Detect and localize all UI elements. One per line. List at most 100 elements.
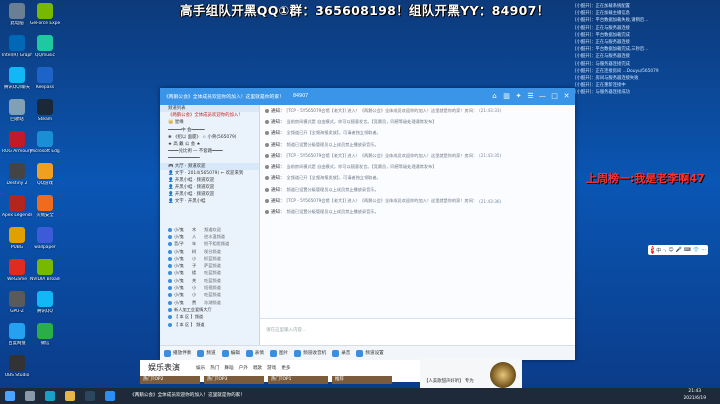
desktop-icon[interactable]: QQmusic bbox=[30, 34, 60, 66]
search-icon[interactable] bbox=[25, 391, 35, 401]
member-row[interactable]: 小/鬼 人 逆水温频道 bbox=[168, 233, 256, 240]
member-row[interactable]: 新人加工会爱情大厅 bbox=[168, 306, 256, 313]
menu-icon[interactable]: ☰ bbox=[526, 92, 535, 101]
desktop-icon[interactable]: OBS Studio bbox=[2, 354, 32, 386]
ime-item[interactable]: 👕 bbox=[693, 247, 699, 253]
ent-tab[interactable]: 舞蹈 bbox=[224, 365, 233, 371]
channel-item[interactable]: ❀ 《招以 面厦》 ☆ 小骨(565079) bbox=[160, 134, 259, 141]
desktop-icon[interactable]: wallpaper bbox=[30, 226, 60, 258]
ent-tab[interactable]: 唱歌 bbox=[253, 365, 262, 371]
chat-input-placeholder[interactable]: 请在这里输入内容... bbox=[266, 327, 306, 333]
ime-item[interactable]: ☺ bbox=[668, 247, 673, 253]
desktop-icon[interactable]: PUBG bbox=[2, 226, 32, 258]
channel-item[interactable]: ★ 高 戴 公 会 ★ bbox=[160, 141, 259, 148]
channel-item[interactable]: 👤 开黑小蛙 · 频道欢迎 bbox=[160, 177, 259, 184]
ent-thumb[interactable]: 热门TOP1 bbox=[268, 376, 328, 384]
toolbar-button[interactable]: 频道收音机 bbox=[294, 349, 326, 357]
member-row[interactable]: 小/鬼 子 萨蓝频道 bbox=[168, 262, 256, 269]
channel-item[interactable]: ━━━━━━━━━━━━ bbox=[160, 155, 259, 162]
taskbar-task-label[interactable]: 《两鹅公会》全体成员欢迎你的加入！这里就是你的家！ bbox=[130, 390, 245, 402]
member-row[interactable]: 小/鬼 树 咲谷频道 bbox=[168, 248, 256, 255]
toolbar-button[interactable]: 图片 bbox=[270, 349, 288, 357]
ent-tab[interactable]: 热门 bbox=[210, 365, 219, 371]
member-row[interactable]: 小/鬼 木 频道欢迎 bbox=[168, 226, 256, 233]
edge-icon[interactable] bbox=[45, 391, 55, 401]
desktop-icon[interactable]: NVIDIA Broadcast bbox=[30, 258, 60, 290]
window-title: 《两鹅公会》全体成员欢迎你的加入！这里就是你的家！ bbox=[164, 95, 284, 100]
steam-icon[interactable] bbox=[85, 391, 95, 401]
member-row[interactable]: 【 本 区 】频道 bbox=[168, 314, 256, 321]
channel-item[interactable]: 👑 星缘 bbox=[160, 119, 259, 126]
member-row[interactable]: 小/鬼 费 冻湖频道 bbox=[168, 299, 256, 306]
ime-item[interactable]: ·, bbox=[663, 247, 666, 253]
ent-thumb[interactable]: 热门TOP2 bbox=[140, 376, 200, 384]
member-c: 吃蓝频道 bbox=[204, 270, 221, 276]
desktop-icon[interactable]: 回收站 bbox=[2, 98, 32, 130]
channel-item[interactable]: ━━━━兑比例 一 不套路━━━━ bbox=[160, 148, 259, 155]
window-titlebar[interactable]: 《两鹅公会》全体成员欢迎你的加入！这里就是你的家！ 84907 ⌂ ▥ ✦ ☰ … bbox=[160, 88, 575, 105]
desktop-icon[interactable]: WeGame bbox=[2, 258, 32, 290]
channel-item[interactable]: ━━━━━中 会━━━━━ bbox=[160, 127, 259, 134]
channel-item[interactable]: 👤 文字 · 开黑小蛙 bbox=[160, 198, 259, 205]
desktop-icon[interactable]: Apex Legends bbox=[2, 194, 32, 226]
start-icon[interactable] bbox=[5, 391, 15, 401]
ent-thumb[interactable]: 热门TOP3 bbox=[204, 376, 264, 384]
ent-tab[interactable]: 娱乐 bbox=[196, 365, 205, 371]
ent-tab[interactable]: 户外 bbox=[239, 365, 248, 371]
desktop-icon[interactable]: 微信 bbox=[30, 322, 60, 354]
desktop-icon[interactable]: GPU-Z bbox=[2, 290, 32, 322]
ime-item[interactable]: ⋯ bbox=[701, 247, 706, 253]
desktop-icon[interactable]: QQ游戏 bbox=[30, 162, 60, 194]
channel-item[interactable]: 🎮 大厅 · 频道欢迎 bbox=[160, 162, 259, 170]
toolbar-button[interactable]: 播放伴奏 bbox=[164, 349, 191, 357]
video-preview[interactable]: 【人美歌甜声好听】 专为 bbox=[420, 358, 522, 390]
system-clock[interactable]: 21:43 2021/6/19 bbox=[683, 389, 706, 402]
member-row[interactable]: 小/鬼 楼 吃蓝频道 bbox=[168, 270, 256, 277]
ent-tab[interactable]: 游戏 bbox=[267, 365, 276, 371]
home-icon[interactable]: ⌂ bbox=[490, 92, 499, 101]
channel-item[interactable]: 《两鹅公会》全体成员欢迎你的加入！ bbox=[160, 112, 259, 119]
desktop-icon[interactable]: Destiny 2 bbox=[2, 162, 32, 194]
channel-item[interactable]: 频道列表 bbox=[160, 105, 259, 113]
close-icon[interactable]: ✕ bbox=[562, 92, 571, 101]
folder-icon[interactable] bbox=[65, 391, 75, 401]
ime-item[interactable]: 中 bbox=[656, 247, 661, 254]
desktop-icon[interactable]: Keepass bbox=[30, 66, 60, 98]
channel-item[interactable]: 👤 开黑小蛙 · 频道欢迎 bbox=[160, 184, 259, 191]
member-row[interactable]: 小/鬼 小 短视频道 bbox=[168, 284, 256, 291]
member-row[interactable]: 小/鬼 小 抓蓝频道 bbox=[168, 255, 256, 262]
maximize-icon[interactable]: □ bbox=[550, 92, 559, 101]
desktop-icon[interactable]: 火绒安全 bbox=[30, 194, 60, 226]
minimize-icon[interactable]: — bbox=[538, 92, 547, 101]
channel-item[interactable]: 👤 开黑小蛙 · 频道欢迎 bbox=[160, 191, 259, 198]
ent-tab[interactable]: 更多 bbox=[281, 365, 290, 371]
desktop-icon[interactable]: ROG Armoury bbox=[2, 130, 32, 162]
desktop-icon[interactable]: 腾讯QQ bbox=[30, 290, 60, 322]
desktop-icon[interactable]: Intel(R) Graphics... bbox=[2, 34, 32, 66]
toolbar-button[interactable]: 频道设置 bbox=[356, 349, 384, 357]
toolbar-button[interactable]: 表情 bbox=[245, 349, 264, 357]
channel-item[interactable]: 👤 文字 · 2014(565079) ← 欢迎来到 bbox=[160, 170, 259, 177]
member-row[interactable]: 音/子 年 恨不相思频道 bbox=[168, 241, 256, 248]
toolbar-button[interactable]: 录音 bbox=[332, 349, 350, 357]
qq-icon[interactable] bbox=[105, 391, 115, 401]
toolbar-button[interactable]: 频道 bbox=[197, 349, 216, 357]
desktop-icon[interactable]: 百度网盘 bbox=[2, 322, 32, 354]
chart-icon[interactable]: ▥ bbox=[502, 92, 511, 101]
member-row[interactable]: 小/鬼 小 吃蓝频道 bbox=[168, 292, 256, 299]
ime-item[interactable]: ⌨ bbox=[684, 247, 691, 253]
member-row[interactable]: 【 本 区 】 频道 bbox=[168, 321, 256, 328]
desktop-icon[interactable]: 腾讯QQ/聊天 bbox=[2, 66, 32, 98]
desktop-icon[interactable]: 此电脑 bbox=[2, 2, 32, 34]
log-line: [小酷开]：正在加载主播信息 bbox=[575, 11, 630, 17]
gift-icon[interactable]: ✦ bbox=[514, 92, 523, 101]
desktop-icon-label: NVIDIA Broadcast bbox=[30, 277, 60, 282]
ent-thumb[interactable]: 推荐 bbox=[332, 376, 392, 384]
desktop-icon[interactable]: Microsoft Edge bbox=[30, 130, 60, 162]
ime-toolbar[interactable]: S 中 ·, ☺ 🎤 ⌨ 👕 ⋯ bbox=[648, 245, 708, 255]
ime-item[interactable]: 🎤 bbox=[676, 247, 682, 253]
member-row[interactable]: 小/鬼 关 吃蓝频道 bbox=[168, 277, 256, 284]
desktop-icon[interactable]: Steam bbox=[30, 98, 60, 130]
desktop-icon[interactable]: GeForce Experience bbox=[30, 2, 60, 34]
toolbar-button[interactable]: 编辑 bbox=[221, 349, 240, 357]
